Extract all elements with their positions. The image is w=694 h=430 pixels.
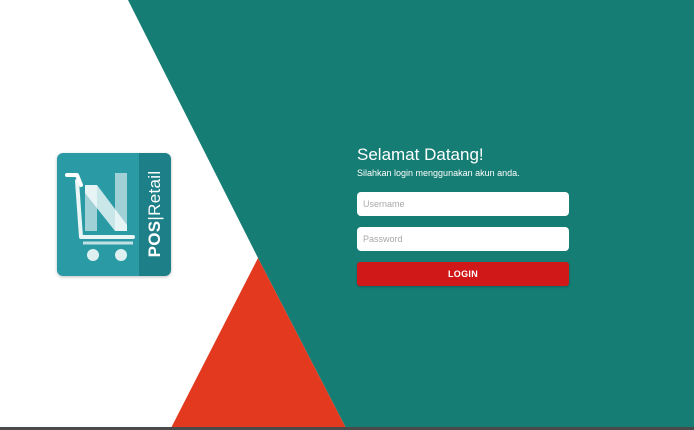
logo-brand-pos: POS — [145, 220, 164, 258]
shopping-cart-icon — [65, 173, 135, 261]
pos-retail-logo: POS|Retail — [57, 153, 171, 276]
logo-brand-separator: | — [145, 215, 164, 221]
logo-brand-text: POS|Retail — [145, 171, 165, 258]
welcome-subtitle: Silahkan login menggunakan akun anda. — [357, 168, 520, 178]
password-input[interactable] — [357, 227, 569, 251]
username-input[interactable] — [357, 192, 569, 216]
welcome-title: Selamat Datang! — [357, 145, 484, 164]
login-form: Selamat Datang! Silahkan login menggunak… — [357, 145, 569, 286]
logo-brand-retail: Retail — [145, 170, 164, 216]
login-button[interactable]: LOGIN — [357, 262, 569, 286]
login-screen: POS|Retail Selamat Datang! Silahkan logi… — [0, 0, 694, 430]
